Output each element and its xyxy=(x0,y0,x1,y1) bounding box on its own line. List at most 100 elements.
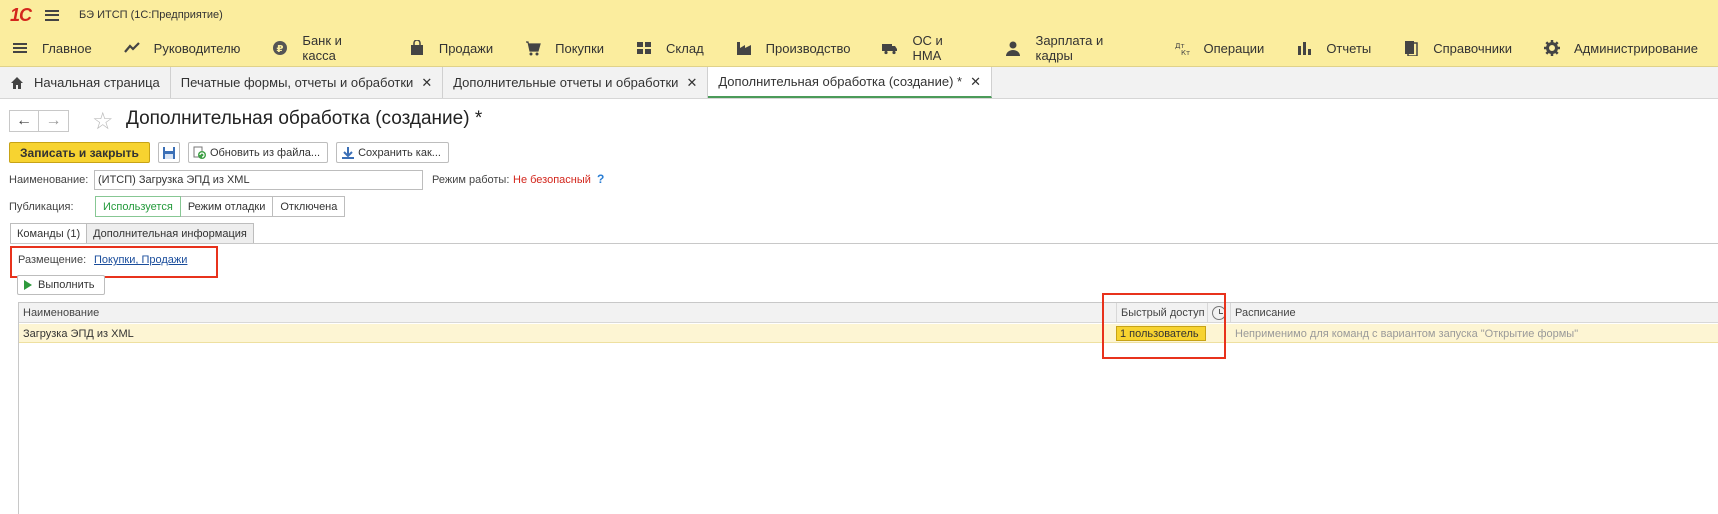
publication-label: Публикация: xyxy=(9,201,74,213)
publication-option-debug[interactable]: Режим отладки xyxy=(180,196,274,217)
warehouse-grid-icon xyxy=(636,40,652,56)
column-header-schedule[interactable]: Расписание xyxy=(1231,303,1718,323)
name-label: Наименование: xyxy=(9,174,89,186)
section-directories[interactable]: Справочники xyxy=(1391,30,1512,66)
execute-button[interactable]: Выполнить xyxy=(17,275,106,295)
section-sales[interactable]: Продажи xyxy=(397,30,493,66)
section-label: Банк и касса xyxy=(302,33,342,63)
save-button[interactable] xyxy=(157,142,180,163)
section-label: Руководителю xyxy=(153,40,241,56)
section-reports[interactable]: Отчеты xyxy=(1284,30,1371,66)
button-label: Сохранить как... xyxy=(358,146,441,159)
section-main[interactable]: Главное xyxy=(0,30,92,66)
section-assets[interactable]: ОС и НМА xyxy=(870,30,973,66)
floppy-disk-icon xyxy=(162,146,175,159)
svg-text:₽: ₽ xyxy=(277,44,284,55)
back-button[interactable]: ← xyxy=(9,110,39,132)
tab-additional-info[interactable]: Дополнительная информация xyxy=(87,223,254,244)
section-label: Склад xyxy=(666,40,704,56)
section-label: ОС и НМА xyxy=(912,33,943,63)
books-icon xyxy=(1403,40,1419,56)
placement-label: Размещение: xyxy=(18,254,87,266)
section-warehouse[interactable]: Склад xyxy=(624,30,704,66)
publication-option-disabled[interactable]: Отключена xyxy=(273,196,346,217)
app-logo[interactable]: 1С xyxy=(10,5,32,26)
open-windows-bar: Начальная страница Печатные формы, отчет… xyxy=(0,67,1718,99)
section-label: Зарплата и кадры xyxy=(1035,33,1104,63)
debit-credit-icon: Дт Кт xyxy=(1174,40,1190,56)
section-salary[interactable]: Зарплата и кадры xyxy=(993,30,1141,66)
tab-label: Начальная страница xyxy=(34,75,160,90)
favorite-star-icon[interactable]: ☆ xyxy=(92,107,114,136)
save-and-close-button[interactable]: Записать и закрыть xyxy=(9,142,150,163)
gear-icon xyxy=(1544,40,1561,56)
tab-additional-processing[interactable]: Дополнительная обработка (создание) * ✕ xyxy=(708,67,992,98)
button-label: Выполнить xyxy=(38,279,95,291)
home-icon xyxy=(11,76,23,89)
section-label: Главное xyxy=(42,40,92,56)
factory-icon xyxy=(736,40,752,56)
section-label: Отчеты xyxy=(1326,40,1372,56)
navigation-buttons: ← → xyxy=(9,110,69,132)
section-label: Администрирование xyxy=(1574,40,1698,56)
section-bank[interactable]: ₽ Банк и касса xyxy=(260,30,376,66)
placement-link[interactable]: Покупки, Продажи xyxy=(94,254,187,266)
shopping-bag-icon xyxy=(409,40,425,56)
tab-home[interactable]: Начальная страница xyxy=(0,67,171,98)
play-icon xyxy=(24,280,32,290)
mode-value[interactable]: Не безопасный xyxy=(513,174,591,186)
section-production[interactable]: Производство xyxy=(724,30,851,66)
main-menu-icon[interactable] xyxy=(45,9,60,21)
title-bar: 1С БЭ ИТСП (1С:Предприятие) xyxy=(0,0,1718,30)
refresh-file-icon xyxy=(193,146,206,159)
tab-commands[interactable]: Команды (1) xyxy=(10,223,88,244)
column-header-schedule-icon[interactable] xyxy=(1208,303,1231,323)
bar-chart-icon xyxy=(1296,40,1312,56)
close-icon[interactable]: ✕ xyxy=(686,75,697,91)
section-purchases[interactable]: Покупки xyxy=(513,30,604,66)
app-title: БЭ ИТСП (1С:Предприятие) xyxy=(79,9,223,21)
publication-option-used[interactable]: Используется xyxy=(95,196,181,217)
command-bar: Записать и закрыть Обновить из файла... … xyxy=(9,142,449,163)
close-icon[interactable]: ✕ xyxy=(970,74,981,90)
help-icon[interactable]: ? xyxy=(597,172,604,186)
menu-icon xyxy=(12,40,28,56)
section-label: Справочники xyxy=(1433,40,1513,56)
trend-icon xyxy=(123,40,140,56)
arrow-right-icon: → xyxy=(45,112,62,129)
mode-label: Режим работы: xyxy=(432,174,510,186)
save-as-button[interactable]: Сохранить как... xyxy=(336,142,449,163)
section-label: Покупки xyxy=(555,40,605,56)
column-header-quick-access[interactable]: Быстрый доступ xyxy=(1117,303,1208,323)
cell-schedule: Неприменимо для команд с вариантом запус… xyxy=(1235,327,1579,340)
table-header: Наименование Быстрый доступ Расписание xyxy=(19,303,1718,323)
tab-label: Дополнительные отчеты и обработки xyxy=(453,75,679,90)
tab-label: Дополнительная обработка (создание) * xyxy=(718,74,963,89)
download-icon xyxy=(342,146,355,159)
form-page-tabs: Команды (1) Дополнительная информация xyxy=(10,223,254,244)
cell-quick-access[interactable]: 1 пользователь xyxy=(1116,326,1206,341)
forward-button[interactable]: → xyxy=(39,110,69,132)
section-admin[interactable]: Администрирование xyxy=(1532,30,1698,66)
section-manager[interactable]: Руководителю xyxy=(112,30,241,66)
person-icon xyxy=(1005,40,1021,56)
update-from-file-button[interactable]: Обновить из файла... xyxy=(187,142,329,163)
name-input[interactable] xyxy=(94,170,423,190)
commands-table: Наименование Быстрый доступ Расписание З… xyxy=(18,302,1718,514)
tab-additional-reports[interactable]: Дополнительные отчеты и обработки ✕ xyxy=(443,67,709,98)
page-divider xyxy=(10,243,1718,244)
svg-text:Кт: Кт xyxy=(1181,49,1190,56)
section-label: Продажи xyxy=(438,40,494,56)
section-label: Производство xyxy=(765,40,851,56)
page-title: Дополнительная обработка (создание) * xyxy=(126,108,483,129)
column-header-name[interactable]: Наименование xyxy=(19,303,1117,323)
section-label: Операции xyxy=(1203,40,1265,56)
truck-icon xyxy=(882,40,898,56)
table-row[interactable]: Загрузка ЭПД из XML 1 пользователь Непри… xyxy=(19,324,1718,343)
close-icon[interactable]: ✕ xyxy=(421,75,432,91)
sections-panel: Главное Руководителю ₽ Банк и касса Прод… xyxy=(0,30,1718,67)
section-operations[interactable]: Дт Кт Операции xyxy=(1162,30,1265,66)
cart-icon xyxy=(525,40,541,56)
tab-print-forms[interactable]: Печатные формы, отчеты и обработки ✕ xyxy=(170,67,444,98)
tab-label: Печатные формы, отчеты и обработки xyxy=(180,75,414,90)
